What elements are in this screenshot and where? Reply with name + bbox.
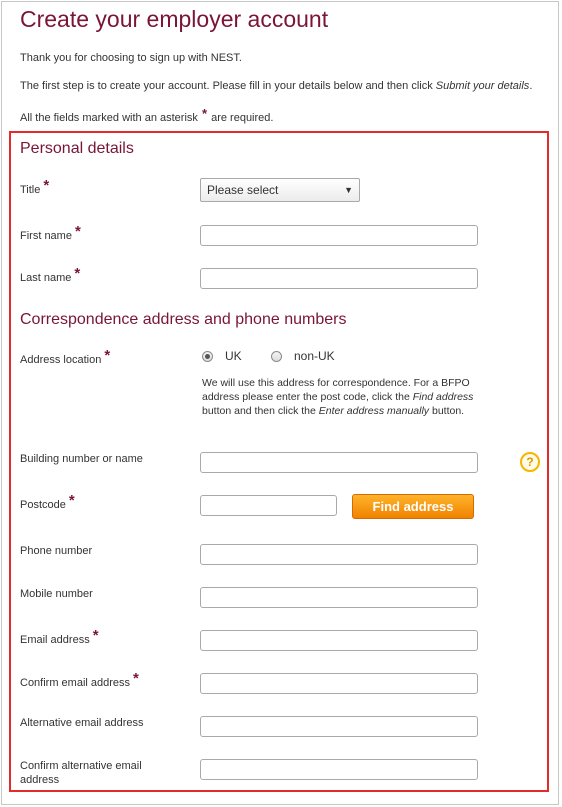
radio-non-uk-circle[interactable] [271, 350, 282, 362]
required-asterisk: * [68, 492, 75, 509]
postcode-label-text: Postcode [20, 499, 66, 511]
confirm-email-label-text: Confirm email address [20, 677, 131, 689]
title-label-text: Title [20, 184, 41, 196]
intro-thanks: Thank you for choosing to sign up with N… [20, 52, 242, 64]
required-asterisk: * [74, 223, 81, 240]
radio-non-uk[interactable]: non-UK [271, 348, 335, 364]
address-location-label: Address location * [20, 348, 110, 367]
mobile-input[interactable] [200, 587, 478, 608]
alt-email-label: Alternative email address [20, 717, 144, 729]
help-enter: Enter address manually [318, 405, 430, 417]
help-part2: button and then click the [202, 405, 319, 417]
email-label: Email address * [20, 628, 99, 647]
email-input[interactable] [200, 630, 478, 651]
intro-required: All the fields marked with an asterisk *… [20, 107, 274, 124]
confirm-email-label: Confirm email address * [20, 671, 139, 690]
address-location-label-text: Address location [20, 354, 102, 366]
last-name-input[interactable] [200, 268, 478, 289]
intro-step-action: Submit your details [435, 80, 530, 92]
required-asterisk: * [74, 265, 81, 282]
first-name-label-text: First name [20, 230, 72, 242]
radio-uk-circle[interactable] [202, 350, 213, 362]
personal-details-heading: Personal details [20, 140, 134, 157]
first-name-input[interactable] [200, 225, 478, 246]
title-select-value: Please select [207, 183, 279, 197]
building-input[interactable] [200, 452, 478, 473]
intro-step-suffix: . [529, 80, 533, 92]
phone-label: Phone number [20, 545, 93, 557]
phone-input[interactable] [200, 544, 478, 565]
first-name-label: First name * [20, 224, 81, 243]
email-label-text: Email address [20, 634, 90, 646]
radio-uk[interactable]: UK [202, 348, 242, 364]
title-select[interactable]: Please select ▼ [200, 178, 360, 202]
required-asterisk: * [43, 177, 50, 194]
confirm-email-input[interactable] [200, 673, 478, 694]
last-name-label: Last name * [20, 266, 80, 285]
correspondence-heading: Correspondence address and phone numbers [20, 311, 347, 328]
help-find: Find address [412, 391, 474, 403]
title-label: Title * [20, 178, 49, 197]
confirm-alt-email-input[interactable] [200, 759, 478, 780]
chevron-down-icon: ▼ [344, 185, 353, 195]
required-asterisk: * [92, 627, 99, 644]
find-address-button[interactable]: Find address [352, 494, 474, 519]
intro-required-suffix: are required. [208, 112, 274, 124]
intro-step: The first step is to create your account… [20, 80, 532, 92]
required-asterisk: * [201, 106, 208, 121]
required-asterisk: * [104, 347, 111, 364]
intro-required-prefix: All the fields marked with an asterisk [20, 112, 201, 124]
building-label: Building number or name [20, 453, 143, 465]
confirm-alt-email-label: Confirm alternative email address [20, 760, 142, 786]
question-icon[interactable]: ? [520, 452, 540, 472]
radio-uk-label[interactable]: UK [225, 349, 242, 363]
help-part3: button. [429, 405, 465, 417]
address-help-text: We will use this address for corresponde… [202, 376, 492, 418]
last-name-label-text: Last name [20, 272, 72, 284]
intro-step-prefix: The first step is to create your account… [20, 80, 436, 92]
postcode-input[interactable] [200, 495, 337, 516]
radio-non-uk-label[interactable]: non-UK [294, 349, 335, 363]
page-title: Create your employer account [20, 6, 329, 32]
required-asterisk: * [133, 670, 139, 687]
mobile-label: Mobile number [20, 588, 93, 600]
postcode-label: Postcode * [20, 493, 75, 512]
alt-email-input[interactable] [200, 716, 478, 737]
